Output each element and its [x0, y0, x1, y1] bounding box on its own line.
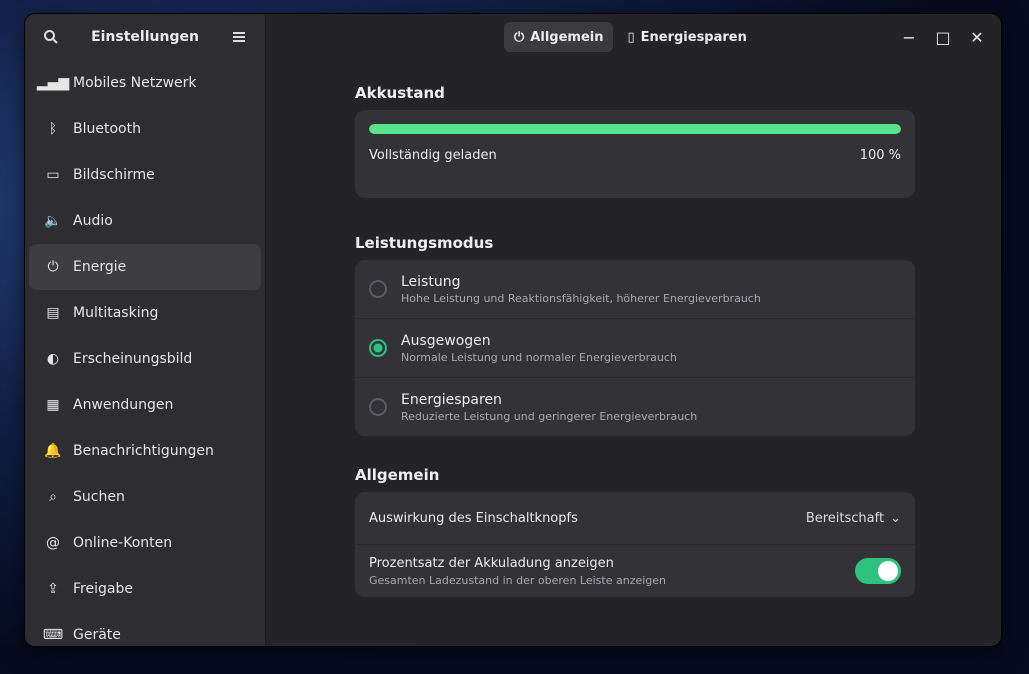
power-mode-card: Leistung Hohe Leistung und Reaktionsfähig… — [355, 260, 915, 436]
battery-level-fill — [369, 124, 901, 134]
view-switcher: ⏻ Allgemein ▯ Energiesparen — [504, 22, 757, 52]
apps-icon: ▦ — [46, 397, 60, 413]
search-icon — [44, 30, 58, 44]
power-mode-description: Normale Leistung und normaler Energiever… — [401, 350, 677, 364]
sidebar-item[interactable]: ⇪ Freigabe — [29, 566, 261, 612]
general-heading: Allgemein — [355, 466, 440, 484]
multitasking-icon: ▤ — [46, 305, 60, 321]
radio-button[interactable] — [369, 280, 387, 298]
power-mode-title: Ausgewogen — [401, 332, 491, 349]
battery-level-bar — [369, 124, 901, 134]
sidebar-item-label: Online-Konten — [73, 535, 173, 551]
tab-general[interactable]: ⏻ Allgemein — [504, 22, 614, 52]
power-mode-title: Leistung — [401, 273, 461, 290]
sidebar-item[interactable]: @ Online-Konten — [29, 520, 261, 566]
radio-button[interactable] — [369, 398, 387, 416]
tab-label: Energiesparen — [640, 29, 747, 45]
sidebar-item-label: Bildschirme — [73, 167, 155, 183]
sidebar-item-label: Audio — [73, 213, 113, 229]
sidebar-item[interactable]: ⏻ Energie — [29, 244, 261, 290]
sidebar-header: Einstellungen — [25, 14, 265, 60]
power-mode-option[interactable]: Leistung Hohe Leistung und Reaktionsfähig… — [355, 260, 915, 318]
search-button[interactable] — [37, 23, 65, 51]
sidebar-item[interactable]: ▂▄▆ Mobiles Netzwerk — [29, 60, 261, 106]
minimize-icon: − — [902, 27, 916, 47]
sidebar-item-label: Energie — [73, 259, 127, 275]
battery-percent-switch[interactable] — [855, 558, 901, 584]
sidebar-item-label: Freigabe — [73, 581, 133, 597]
sidebar-item-label: Anwendungen — [73, 397, 174, 413]
maximize-button[interactable]: □ — [929, 23, 957, 51]
chevron-down-icon: ⌄ — [890, 510, 901, 526]
battery-heading: Akkustand — [355, 84, 445, 102]
devices-icon: ⌨ — [42, 627, 64, 643]
battery-percent-row[interactable]: Prozentsatz der Akkuladung anzeigen Gesa… — [355, 544, 915, 597]
power-mode-description: Reduzierte Leistung und geringerer Energ… — [401, 409, 698, 423]
battery-percent: 100 % — [859, 148, 901, 163]
battery-status: Vollständig geladen — [369, 148, 497, 163]
sidebar-item[interactable]: ᛒ Bluetooth — [29, 106, 261, 152]
accounts-icon: @ — [46, 535, 60, 551]
sidebar-item[interactable]: ⌨ Geräte — [29, 612, 261, 646]
sidebar-item-label: Benachrichtigungen — [73, 443, 214, 459]
sidebar-item-label: Mobiles Netzwerk — [73, 75, 197, 91]
sidebar-item[interactable]: ▤ Multitasking — [29, 290, 261, 336]
battery-percent-label: Prozentsatz der Akkuladung anzeigen — [369, 555, 614, 571]
power-button-dropdown[interactable]: Bereitschaft ⌄ — [806, 511, 901, 526]
power-icon: ⏻ — [514, 29, 525, 45]
display-icon: ▭ — [46, 167, 60, 183]
general-card: Auswirkung des Einschaltknopfs Bereitsch… — [355, 492, 915, 597]
sidebar-item[interactable]: ◐ Erscheinungsbild — [29, 336, 261, 382]
sidebar-title: Einstellungen — [91, 29, 199, 45]
battery-icon: ▯ — [627, 29, 635, 45]
maximize-icon: □ — [935, 27, 951, 47]
sidebar-item[interactable]: ⌕ Suchen — [29, 474, 261, 520]
tab-label: Allgemein — [530, 29, 604, 45]
power-button-row[interactable]: Auswirkung des Einschaltknopfs Bereitsch… — [355, 492, 915, 544]
bluetooth-icon: ᛒ — [48, 121, 58, 137]
speaker-icon: 🔈 — [44, 213, 62, 229]
sidebar-item-label: Suchen — [73, 489, 125, 505]
power-mode-title: Energiesparen — [401, 391, 502, 408]
minimize-button[interactable]: − — [895, 23, 923, 51]
radio-button[interactable] — [369, 339, 387, 357]
close-button[interactable]: ✕ — [963, 23, 991, 51]
battery-card: Vollständig geladen 100 % — [355, 110, 915, 198]
switch-knob — [878, 561, 898, 581]
tab-power-saving[interactable]: ▯ Energiesparen — [617, 22, 756, 52]
power-icon: ⏻ — [47, 259, 59, 275]
menu-icon — [233, 32, 245, 42]
sidebar-item-label: Bluetooth — [73, 121, 141, 137]
sidebar-item-label: Geräte — [73, 627, 121, 643]
power-mode-option[interactable]: Energiesparen Reduzierte Leistung und ger… — [355, 377, 915, 436]
appearance-icon: ◐ — [46, 351, 60, 367]
sidebar-item[interactable]: 🔔 Benachrichtigungen — [29, 428, 261, 474]
power-mode-description: Hohe Leistung und Reaktionsfähigkeit, hö… — [401, 291, 761, 305]
main-menu-button[interactable] — [225, 23, 253, 51]
sidebar-item[interactable]: 🔈 Audio — [29, 198, 261, 244]
settings-window: Einstellungen ▂▄▆ Mobiles Netzwerk ᛒ Blueto… — [25, 14, 1001, 646]
search-icon: ⌕ — [49, 489, 57, 505]
power-button-value: Bereitschaft — [805, 510, 885, 526]
close-icon: ✕ — [970, 27, 984, 47]
share-icon: ⇪ — [47, 581, 59, 597]
sidebar: Einstellungen ▂▄▆ Mobiles Netzwerk ᛒ Blueto… — [25, 14, 266, 646]
signal-icon: ▂▄▆ — [36, 75, 70, 91]
battery-percent-sub: Gesamten Ladezustand in der oberen Leist… — [369, 573, 667, 587]
sidebar-item[interactable]: ▭ Bildschirme — [29, 152, 261, 198]
power-mode-heading: Leistungsmodus — [355, 234, 494, 252]
header-bar: ⏻ Allgemein ▯ Energiesparen − □ ✕ — [266, 14, 1001, 60]
sidebar-list: ▂▄▆ Mobiles Netzwerk ᛒ Bluetooth ▭ Bildschirm… — [25, 60, 265, 646]
content: Akkustand Vollständig geladen 100 % Leis… — [355, 84, 915, 597]
sidebar-item-label: Erscheinungsbild — [73, 351, 193, 367]
power-button-label: Auswirkung des Einschaltknopfs — [369, 510, 578, 526]
power-mode-option[interactable]: Ausgewogen Normale Leistung und normaler … — [355, 318, 915, 377]
bell-icon: 🔔 — [44, 443, 62, 459]
sidebar-item[interactable]: ▦ Anwendungen — [29, 382, 261, 428]
window-controls: − □ ✕ — [895, 23, 991, 51]
sidebar-item-label: Multitasking — [73, 305, 159, 321]
